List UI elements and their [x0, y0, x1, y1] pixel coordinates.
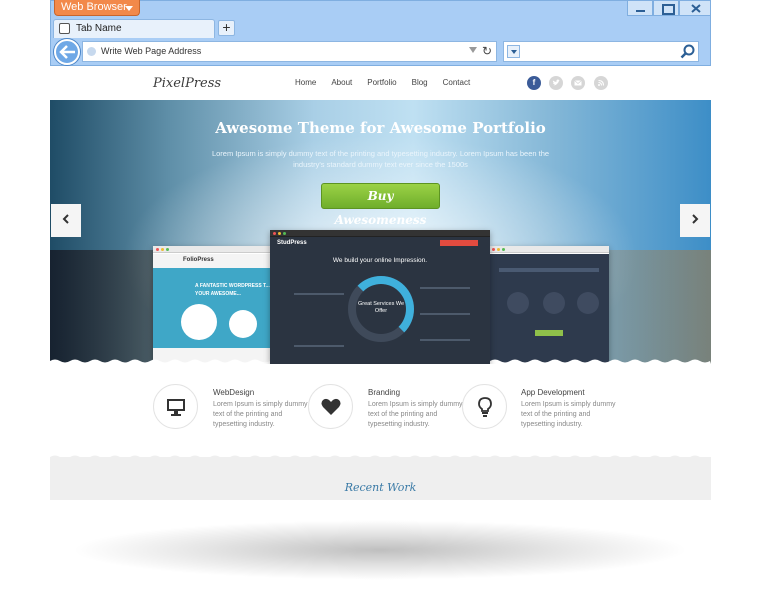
feature-title: Branding: [368, 388, 401, 397]
feature-icon-circle: [153, 384, 198, 429]
site-logo[interactable]: PixelPress: [153, 76, 221, 91]
mockup-quote-button: [440, 240, 478, 246]
mockup-center: StudPress We build your online Impressio…: [270, 230, 490, 364]
close-icon: [691, 4, 701, 13]
chevron-right-icon: [692, 214, 699, 224]
recent-work-title: Recent Work: [344, 481, 417, 494]
hero-subtitle: Lorem Ipsum is simply dummy text of the …: [211, 149, 550, 169]
chevron-left-icon: [62, 214, 69, 224]
mockup-left: FolioPress A FANTASTIC WORDPRESS T... YO…: [153, 246, 275, 364]
mockup-circle: [181, 304, 217, 340]
nav-contact[interactable]: Contact: [443, 78, 471, 87]
mockup-brand: StudPress: [277, 240, 307, 246]
slider-prev-button[interactable]: [51, 204, 81, 237]
facebook-icon[interactable]: f: [527, 76, 541, 90]
tab-bar: Tab Name +: [50, 18, 711, 38]
minimize-button[interactable]: [627, 1, 653, 16]
rss-icon[interactable]: [594, 76, 608, 90]
search-engine-dropdown[interactable]: [507, 45, 520, 58]
app-menu-label: Web Browser: [61, 1, 127, 13]
site-info-icon: [87, 47, 96, 56]
mockup-donut-text: Great Services We Offer: [357, 301, 405, 314]
nav-portfolio[interactable]: Portfolio: [367, 78, 396, 87]
feature-text: Lorem Ipsum is simply dummy text of the …: [521, 401, 616, 428]
mockup-right: [489, 246, 609, 364]
feature-title: App Development: [521, 388, 585, 397]
tab-active[interactable]: Tab Name: [53, 19, 215, 38]
mockup-tagline: A FANTASTIC WORDPRESS T... YOUR AWESOME.…: [195, 283, 270, 297]
maximize-button[interactable]: [653, 1, 679, 16]
tab-label: Tab Name: [76, 23, 122, 34]
new-tab-button[interactable]: +: [218, 20, 235, 36]
monitor-icon: [167, 399, 185, 416]
feature-text: Lorem Ipsum is simply dummy text of the …: [368, 401, 463, 428]
feature-title: WebDesign: [213, 388, 255, 397]
recent-work-section: Recent Work: [50, 455, 711, 500]
slider-next-button[interactable]: [680, 204, 710, 237]
wave-divider: [50, 455, 711, 460]
mockup-circle: [577, 292, 599, 314]
mail-icon[interactable]: [571, 76, 585, 90]
page-icon: [59, 23, 70, 34]
back-button[interactable]: [54, 39, 80, 65]
mockup-headline: We build your online Impression.: [332, 257, 428, 264]
main-nav: Home About Portfolio Blog Contact: [295, 78, 485, 87]
title-bar: Web Browser: [50, 0, 711, 18]
feature-text: Lorem Ipsum is simply dummy text of the …: [213, 401, 308, 428]
feature-icon-circle: [462, 384, 507, 429]
history-dropdown-icon[interactable]: [469, 47, 477, 53]
mockup-circle: [229, 310, 257, 338]
web-page: PixelPress Home About Portfolio Blog Con…: [50, 67, 711, 500]
nav-about[interactable]: About: [331, 78, 352, 87]
nav-blog[interactable]: Blog: [412, 78, 428, 87]
heart-icon: [321, 398, 341, 415]
buy-button[interactable]: Buy Awesomeness: [321, 183, 440, 227]
twitter-icon[interactable]: [549, 76, 563, 90]
address-placeholder: Write Web Page Address: [101, 46, 202, 56]
mockup-brand: FolioPress: [183, 257, 214, 263]
refresh-icon[interactable]: ↻: [482, 44, 492, 58]
feature-icon-circle: [308, 384, 353, 429]
features-section: WebDesign Lorem Ipsum is simply dummy te…: [50, 364, 711, 460]
site-header: PixelPress Home About Portfolio Blog Con…: [50, 67, 711, 100]
browser-window: Web Browser Tab Name + Write Web Page Ad…: [50, 0, 711, 500]
mockup-circle: [507, 292, 529, 314]
address-bar: Write Web Page Address ↻: [50, 38, 711, 66]
hero-title: Awesome Theme for Awesome Portfolio: [215, 119, 546, 137]
chevron-down-icon: [125, 6, 133, 11]
arrow-left-icon: [59, 45, 75, 59]
window-shadow: [70, 520, 690, 580]
search-input[interactable]: [503, 41, 699, 62]
mockup-circle: [543, 292, 565, 314]
address-input[interactable]: Write Web Page Address ↻: [82, 41, 497, 62]
search-icon[interactable]: [680, 44, 695, 59]
lightbulb-icon: [478, 397, 492, 417]
nav-home[interactable]: Home: [295, 78, 316, 87]
hero-slider: Awesome Theme for Awesome Portfolio Lore…: [50, 100, 711, 364]
close-button[interactable]: [679, 1, 711, 16]
app-menu-button[interactable]: Web Browser: [54, 0, 140, 16]
